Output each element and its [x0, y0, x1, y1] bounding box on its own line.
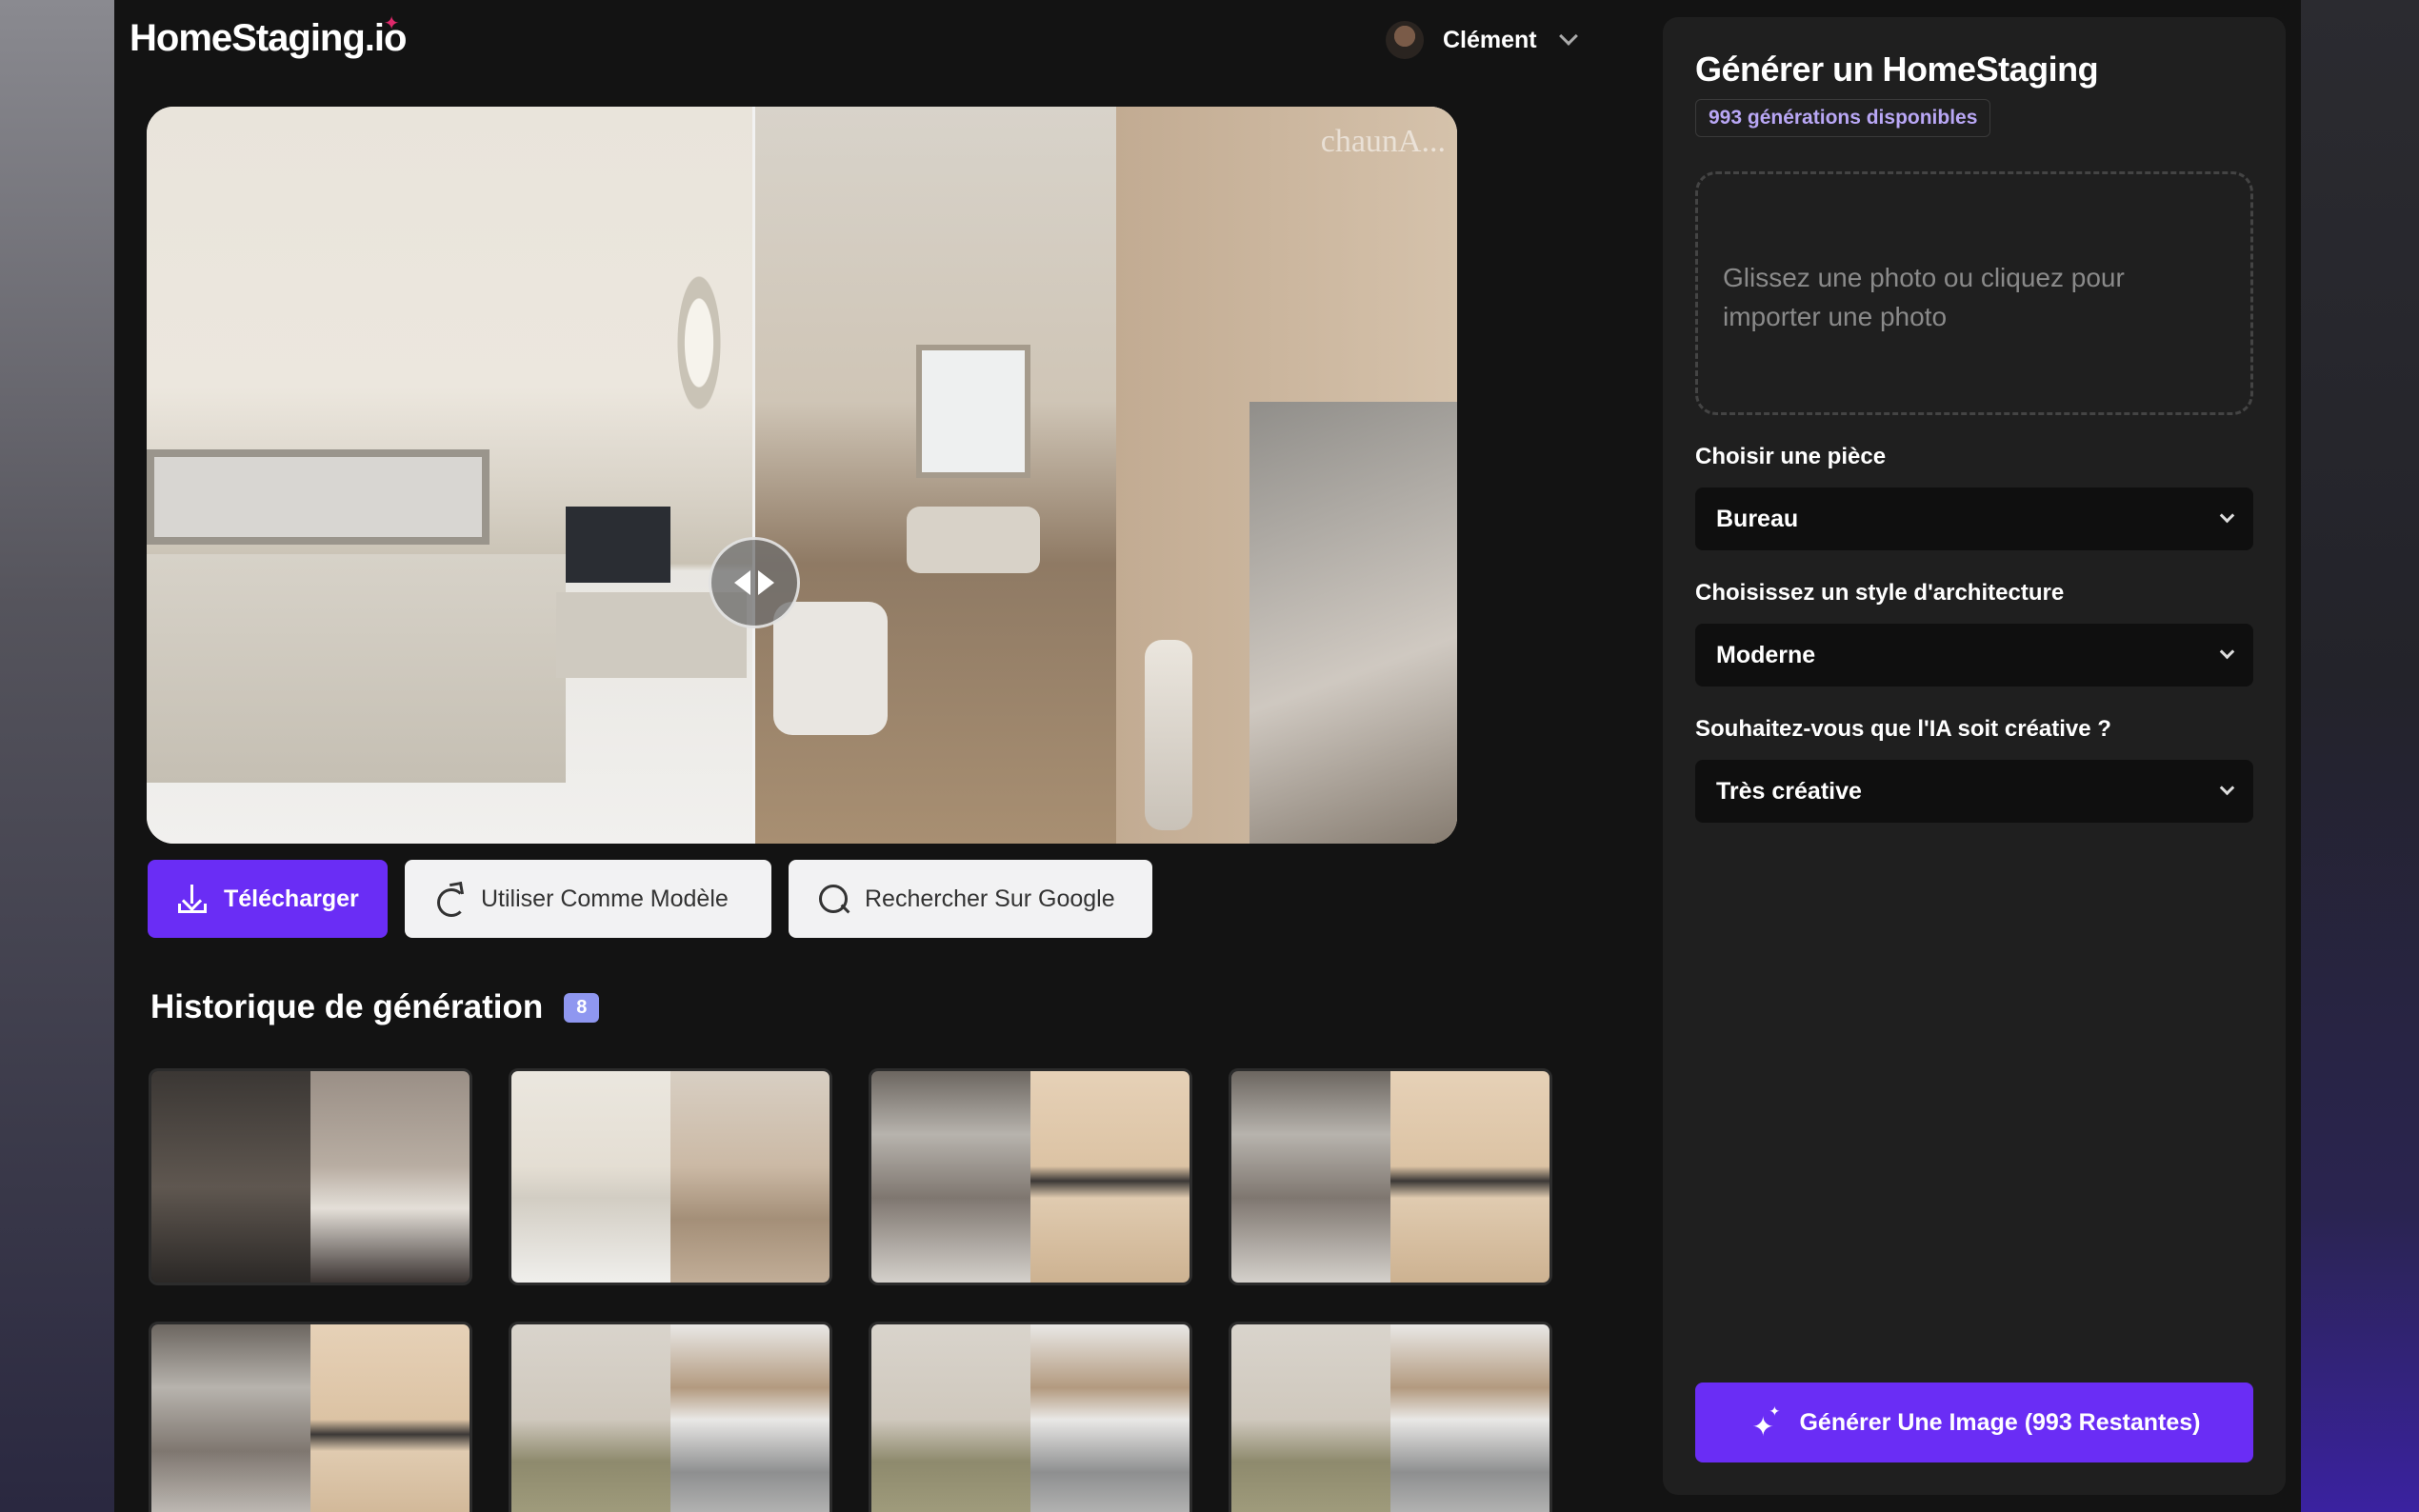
- history-thumb-bedroom[interactable]: [509, 1322, 832, 1512]
- logo-text: HomeStaging.io: [130, 17, 407, 59]
- history-count-badge: 8: [564, 992, 600, 1023]
- vase: [1145, 640, 1192, 830]
- room-select-value: Bureau: [1716, 505, 1799, 532]
- user-name: Clément: [1443, 26, 1537, 53]
- history-thumb-kitchen[interactable]: [149, 1322, 472, 1512]
- history-thumb-bedroom[interactable]: [869, 1322, 1192, 1512]
- main-column: HomeStaging.io ✦ Clément chaunA... Téléc…: [114, 0, 1629, 1512]
- history-thumb-bedroom[interactable]: [1229, 1322, 1552, 1512]
- style-select-value: Moderne: [1716, 641, 1816, 668]
- download-icon: [176, 883, 209, 915]
- watermark: chaunA...: [1320, 124, 1446, 159]
- history-title: Historique de génération: [150, 988, 544, 1025]
- generate-button[interactable]: ✦ ✦ Générer Une Image (993 Restantes): [1695, 1383, 2253, 1462]
- creativity-select-value: Très créative: [1716, 777, 1862, 805]
- arrow-left-icon: [734, 570, 750, 595]
- sofa: [907, 507, 1040, 573]
- compare-handle[interactable]: [709, 537, 800, 628]
- history-thumb-living-room[interactable]: [509, 1068, 832, 1285]
- window: [916, 345, 1030, 478]
- history-thumb-kitchen[interactable]: [869, 1068, 1192, 1285]
- creativity-label: Souhaitez-vous que l'IA soit créative ?: [1695, 716, 2111, 742]
- google-search-label: Rechercher Sur Google: [865, 885, 1115, 912]
- user-menu[interactable]: Clément: [1386, 21, 1578, 59]
- generate-label: Générer Une Image (993 Restantes): [1799, 1408, 2201, 1436]
- chevron-down-icon: [1558, 27, 1578, 46]
- share-icon: [433, 883, 466, 917]
- panel-title: Générer un HomeStaging: [1695, 50, 2099, 89]
- use-as-template-button[interactable]: Utiliser Comme Modèle: [405, 860, 771, 938]
- armchair: [773, 602, 888, 735]
- room-label: Choisir une pièce: [1695, 444, 1887, 469]
- avatar: [1386, 21, 1424, 59]
- sparkles-icon: ✦ ✦: [1751, 1403, 1781, 1442]
- room-select[interactable]: Bureau: [1695, 487, 2253, 550]
- chandelier: [666, 240, 732, 411]
- tv: [566, 507, 670, 583]
- photo-dropzone[interactable]: Glissez une photo ou cliquez pour import…: [1695, 171, 2253, 415]
- app-window: HomeStaging.io ✦ Clément chaunA... Téléc…: [114, 0, 2301, 1512]
- before-after-viewer[interactable]: chaunA...: [147, 107, 1457, 844]
- compare-divider[interactable]: [752, 107, 755, 844]
- background-left-blur: [0, 0, 114, 1512]
- arrow-right-icon: [758, 570, 774, 595]
- generate-panel: Générer un HomeStaging 993 générations d…: [1663, 17, 2286, 1495]
- chevron-down-icon: [2219, 644, 2235, 660]
- google-search-button[interactable]: Rechercher Sur Google: [789, 860, 1152, 938]
- search-icon: [817, 883, 850, 915]
- sparkle-icon: ✦: [383, 13, 400, 34]
- mirror: [147, 449, 490, 545]
- creativity-select[interactable]: Très créative: [1695, 760, 2253, 823]
- download-button[interactable]: Télécharger: [148, 860, 388, 938]
- use-as-template-label: Utiliser Comme Modèle: [481, 885, 729, 912]
- download-label: Télécharger: [224, 885, 359, 912]
- action-buttons: Télécharger Utiliser Comme Modèle Recher…: [148, 860, 1152, 938]
- style-label: Choisissez un style d'architecture: [1695, 580, 2065, 606]
- glass-partition: [1249, 402, 1457, 844]
- background-right-blur: [2301, 0, 2419, 1512]
- before-image: [147, 107, 752, 844]
- history-thumb-kitchen[interactable]: [1229, 1068, 1552, 1285]
- logo[interactable]: HomeStaging.io ✦: [130, 13, 407, 60]
- after-image: chaunA...: [754, 107, 1457, 844]
- style-select[interactable]: Moderne: [1695, 624, 2253, 686]
- chevron-down-icon: [2219, 507, 2235, 524]
- dresser: [147, 554, 566, 783]
- credits-badge: 993 générations disponibles: [1695, 99, 1991, 137]
- chevron-down-icon: [2219, 780, 2235, 796]
- history-thumb-bedroom[interactable]: [149, 1068, 472, 1285]
- history-grid: [149, 1068, 1552, 1512]
- history-header: Historique de génération 8: [150, 988, 600, 1026]
